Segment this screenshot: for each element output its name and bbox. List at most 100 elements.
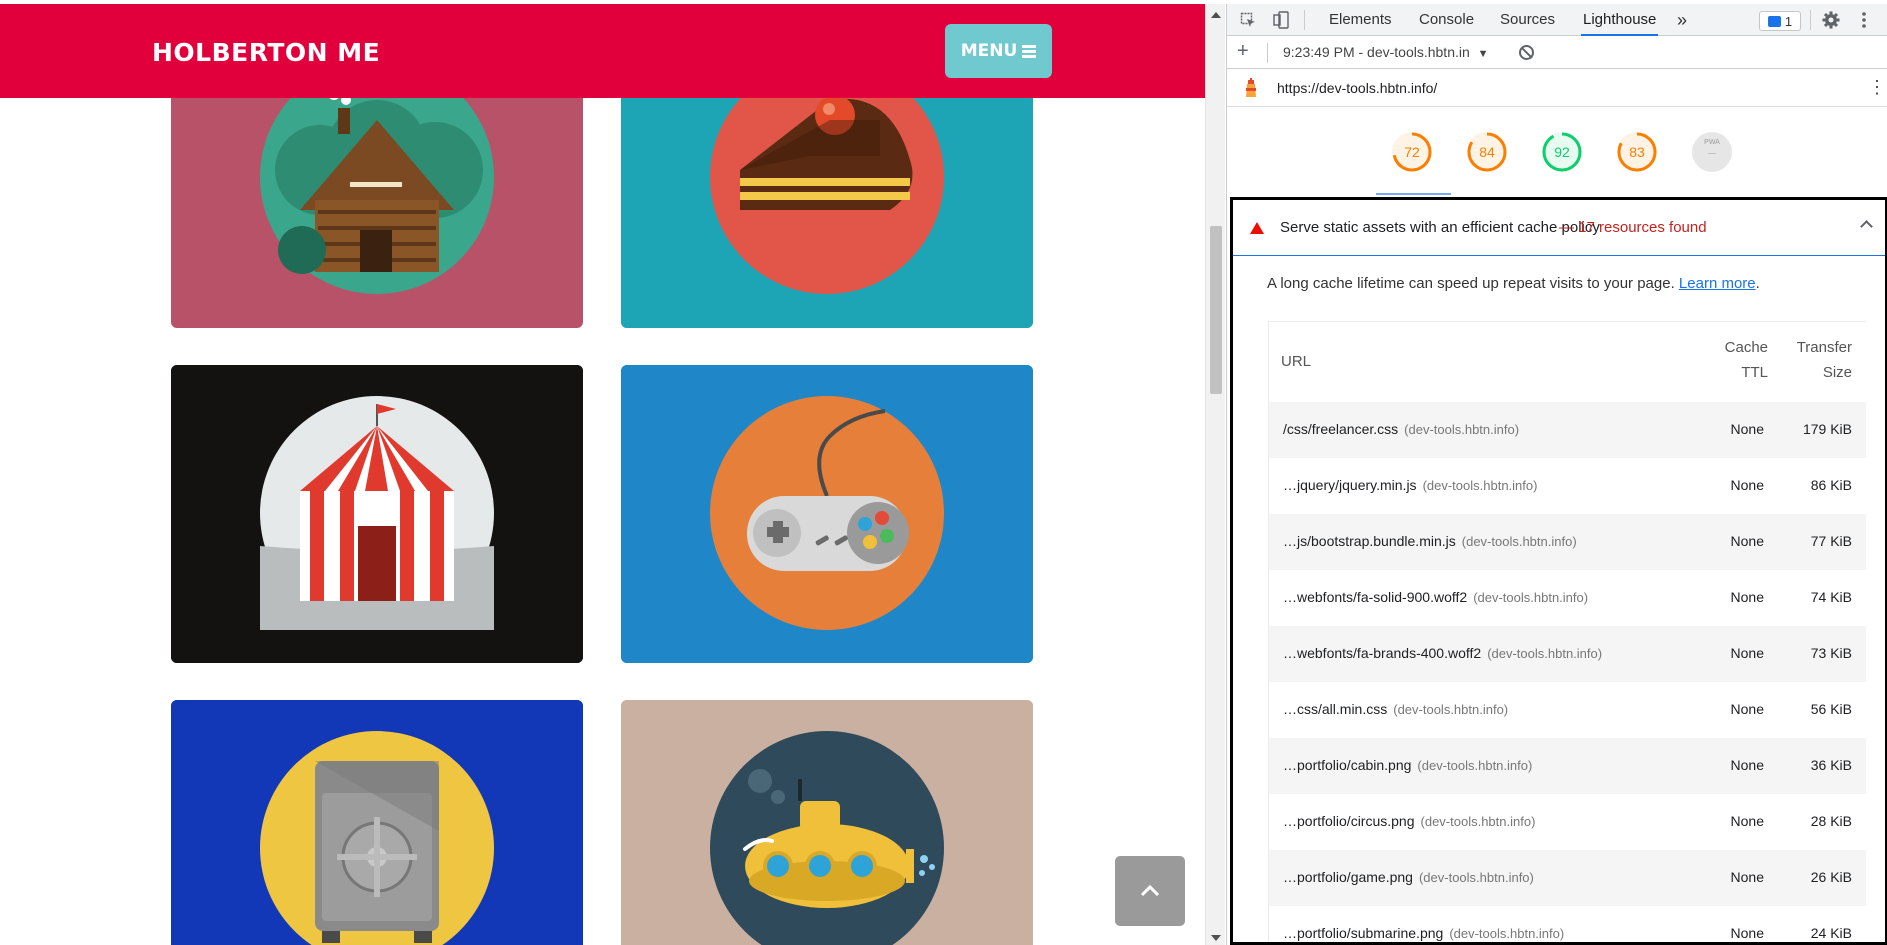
learn-more-link[interactable]: Learn more	[1679, 275, 1756, 292]
resource-url[interactable]: …js/bootstrap.bundle.min.js (dev-tools.hb…	[1283, 533, 1577, 549]
column-header-cache-ttl-line2: TTL	[1741, 364, 1768, 381]
score-gauge[interactable]: 83	[1617, 132, 1657, 172]
score-gauge[interactable]: PWA –	[1692, 132, 1732, 172]
resources-table: URL Cache TTL Transfer Size /css/freelan…	[1268, 321, 1866, 942]
resource-host: (dev-tools.hbtn.info)	[1393, 702, 1509, 717]
resource-url[interactable]: …css/all.min.css (dev-tools.hbtn.info)	[1283, 701, 1508, 717]
report-url-bar: https://dev-tools.hbtn.info/ ⋮	[1227, 69, 1887, 107]
resource-host: (dev-tools.hbtn.info)	[1461, 534, 1577, 549]
resource-url[interactable]: …portfolio/submarine.png (dev-tools.hbtn.…	[1283, 925, 1564, 941]
transfer-size-cell: 179 KiB	[1802, 421, 1852, 437]
resource-path: …portfolio/game.png	[1283, 869, 1413, 885]
resource-url[interactable]: /css/freelancer.css (dev-tools.hbtn.info)	[1283, 421, 1519, 437]
menu-button[interactable]: MENU	[945, 24, 1052, 78]
resource-host: (dev-tools.hbtn.info)	[1422, 478, 1538, 493]
resource-host: (dev-tools.hbtn.info)	[1404, 422, 1520, 437]
new-report-plus-icon[interactable]: +	[1237, 40, 1249, 63]
portfolio-item-circus[interactable]	[171, 365, 583, 663]
cache-ttl-cell: None	[1730, 869, 1764, 885]
issues-badge[interactable]: 1	[1759, 11, 1801, 31]
audit-description: A long cache lifetime can speed up repea…	[1267, 275, 1760, 292]
tab-elements[interactable]: Elements	[1327, 4, 1394, 36]
resource-url[interactable]: …portfolio/cabin.png (dev-tools.hbtn.info…	[1283, 757, 1532, 773]
tab-sources[interactable]: Sources	[1498, 4, 1557, 36]
resource-path: …portfolio/submarine.png	[1283, 925, 1444, 941]
issues-chat-icon	[1767, 15, 1781, 27]
lighthouse-toolbar: + 9:23:49 PM - dev-tools.hbtn.in ▼	[1227, 36, 1887, 69]
device-toolbar-icon[interactable]	[1271, 10, 1291, 30]
tab-console[interactable]: Console	[1417, 4, 1476, 36]
table-row: …js/bootstrap.bundle.min.js (dev-tools.hb…	[1269, 514, 1866, 570]
column-header-url: URL	[1281, 353, 1312, 370]
more-options-kebab-icon[interactable]	[1854, 10, 1874, 30]
transfer-size-cell: 86 KiB	[1810, 477, 1852, 493]
score-value: 84	[1479, 144, 1495, 160]
transfer-size-cell: 77 KiB	[1810, 533, 1852, 549]
clear-reports-icon[interactable]	[1519, 45, 1534, 60]
inspect-element-icon[interactable]	[1238, 10, 1258, 30]
devtools-tab-bar: Elements Console Sources Lighthouse » 1	[1227, 4, 1887, 36]
scroll-up-arrow-icon[interactable]	[1211, 12, 1221, 18]
score-gauges: 72 84 92 83 PWA –	[1227, 107, 1887, 197]
score-gauge[interactable]: 72	[1392, 132, 1432, 172]
transfer-size-cell: 36 KiB	[1810, 757, 1852, 773]
audit-title: Serve static assets with an efficient ca…	[1280, 219, 1600, 236]
resource-url[interactable]: …webfonts/fa-brands-400.woff2 (dev-tools.…	[1283, 645, 1602, 661]
chevron-up-icon	[1140, 884, 1160, 897]
resource-host: (dev-tools.hbtn.info)	[1420, 814, 1536, 829]
portfolio-item-safe[interactable]	[171, 700, 583, 945]
portfolio-item-cake[interactable]	[621, 80, 1033, 328]
cache-ttl-cell: None	[1730, 589, 1764, 605]
page-scrollbar[interactable]	[1205, 4, 1225, 945]
score-gauge[interactable]: 92	[1542, 132, 1582, 172]
cache-ttl-cell: None	[1730, 701, 1764, 717]
resource-url[interactable]: …webfonts/fa-solid-900.woff2 (dev-tools.h…	[1283, 589, 1588, 605]
report-url: https://dev-tools.hbtn.info/	[1277, 80, 1438, 96]
game-controller-illustration	[710, 396, 944, 630]
lighthouse-logo-icon	[1246, 78, 1256, 97]
report-selector-dropdown[interactable]: 9:23:49 PM - dev-tools.hbtn.in ▼	[1283, 44, 1489, 60]
table-row: …webfonts/fa-solid-900.woff2 (dev-tools.h…	[1269, 570, 1866, 626]
more-tabs-icon[interactable]: »	[1675, 4, 1689, 36]
site-navbar: HOLBERTON ME MENU	[0, 4, 1205, 98]
table-row: /css/freelancer.css (dev-tools.hbtn.info)…	[1269, 402, 1866, 458]
resource-url[interactable]: …portfolio/game.png (dev-tools.hbtn.info)	[1283, 869, 1534, 885]
portfolio-item-cabin[interactable]	[171, 80, 583, 328]
transfer-size-cell: 28 KiB	[1810, 813, 1852, 829]
resource-path: /css/freelancer.css	[1283, 421, 1399, 437]
cache-ttl-cell: None	[1730, 925, 1764, 941]
collapse-chevron-icon[interactable]	[1860, 220, 1873, 233]
score-gauge[interactable]: 84	[1467, 132, 1507, 172]
website-viewport[interactable]: HOLBERTON ME MENU	[0, 0, 1205, 945]
resource-url[interactable]: …portfolio/circus.png (dev-tools.hbtn.inf…	[1283, 813, 1535, 829]
scroll-down-arrow-icon[interactable]	[1211, 935, 1221, 941]
cabin-illustration	[260, 80, 494, 294]
report-selector-value: 9:23:49 PM - dev-tools.hbtn.in	[1283, 44, 1470, 60]
scroll-to-top-button[interactable]	[1115, 856, 1185, 926]
devtools-panel: Elements Console Sources Lighthouse » 1 …	[1226, 4, 1887, 945]
scrollbar-thumb[interactable]	[1210, 226, 1222, 394]
menu-button-label: MENU	[960, 41, 1018, 61]
tab-separator	[1810, 10, 1811, 30]
portfolio-item-submarine[interactable]	[621, 700, 1033, 945]
score-value: –	[1708, 144, 1716, 160]
portfolio-item-game[interactable]	[621, 365, 1033, 663]
safe-illustration	[260, 731, 494, 945]
table-row: …webfonts/fa-brands-400.woff2 (dev-tools.…	[1269, 626, 1866, 682]
dropdown-caret-icon: ▼	[1477, 48, 1489, 60]
resource-url[interactable]: …jquery/jquery.min.js (dev-tools.hbtn.inf…	[1283, 477, 1537, 493]
table-row: …css/all.min.css (dev-tools.hbtn.info) Non…	[1269, 682, 1866, 738]
settings-gear-icon[interactable]	[1821, 10, 1841, 30]
tab-separator	[1304, 10, 1305, 30]
report-tools-kebab-icon[interactable]: ⋮	[1868, 77, 1886, 98]
site-brand[interactable]: HOLBERTON ME	[152, 38, 380, 67]
resource-host: (dev-tools.hbtn.info)	[1418, 870, 1534, 885]
audit-header-cache-policy[interactable]: Serve static assets with an efficient ca…	[1233, 200, 1885, 256]
table-row: …portfolio/circus.png (dev-tools.hbtn.inf…	[1269, 794, 1866, 850]
tab-lighthouse[interactable]: Lighthouse	[1581, 4, 1659, 36]
screen: HOLBERTON ME MENU Elements Console Sourc…	[0, 0, 1887, 945]
resource-host: (dev-tools.hbtn.info)	[1473, 590, 1589, 605]
column-header-transfer-size-line2: Size	[1822, 364, 1852, 381]
hamburger-icon	[1022, 45, 1037, 58]
table-row: …portfolio/submarine.png (dev-tools.hbtn.…	[1269, 906, 1866, 942]
